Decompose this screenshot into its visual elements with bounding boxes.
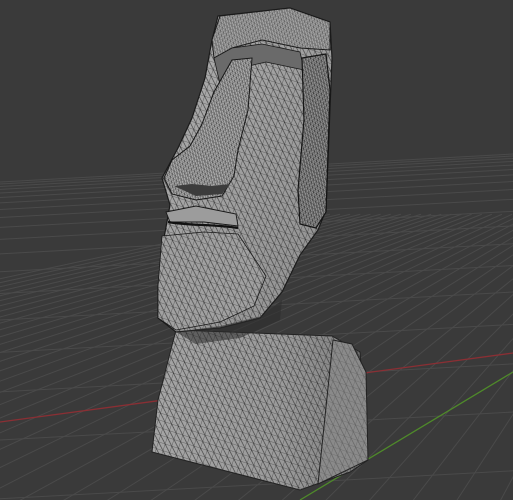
- 3d-viewport[interactable]: [0, 0, 513, 500]
- grid-line: [369, 337, 513, 500]
- viewport-canvas[interactable]: [0, 0, 513, 500]
